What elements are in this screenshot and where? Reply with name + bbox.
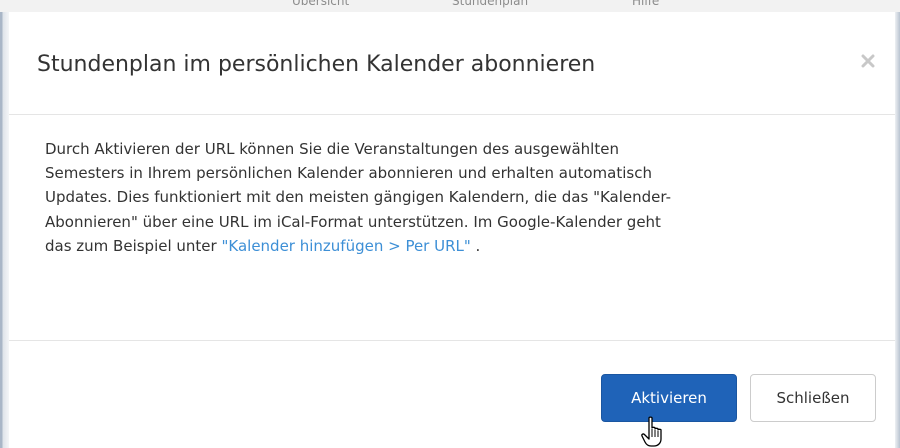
body-text-line: Updates. Dies funktioniert mit den meist…: [45, 188, 672, 207]
dialog-header: Stundenplan im persönlichen Kalender abo…: [9, 12, 895, 114]
google-calendar-add-url-link[interactable]: "Kalender hinzufügen > Per URL": [221, 237, 470, 255]
body-text-line: Durch Aktivieren der URL können Sie die …: [45, 140, 619, 158]
close-dialog-button[interactable]: [855, 48, 881, 74]
body-text-line-last: das zum Beispiel unter "Kalender hinzufü…: [45, 234, 881, 258]
subscribe-calendar-dialog: Stundenplan im persönlichen Kalender abo…: [9, 12, 895, 448]
close-x-icon: [861, 54, 875, 68]
dialog-title: Stundenplan im persönlichen Kalender abo…: [37, 52, 596, 77]
dialog-body: Durch Aktivieren der URL können Sie die …: [45, 137, 881, 258]
header-divider: [9, 114, 895, 115]
modal-backdrop-left: [0, 12, 9, 448]
body-text-prefix: das zum Beispiel unter: [45, 236, 222, 255]
footer-divider: [9, 340, 895, 341]
body-text-line: Abonnieren" über eine URL im iCal-Format…: [45, 212, 661, 231]
body-text-suffix: .: [470, 236, 481, 255]
modal-backdrop-right: [895, 12, 900, 448]
background-tab-3: Hilfe: [632, 0, 660, 8]
body-text-line: Semesters in Ihrem persönlichen Kalender…: [45, 164, 652, 183]
background-tab-1: Übersicht: [292, 0, 350, 8]
activate-button[interactable]: Aktivieren: [601, 374, 737, 422]
background-tab-2: Stundenplan: [452, 0, 529, 8]
screen: Übersicht Stundenplan Hilfe Stundenplan …: [0, 0, 900, 448]
close-button[interactable]: Schließen: [750, 374, 876, 422]
